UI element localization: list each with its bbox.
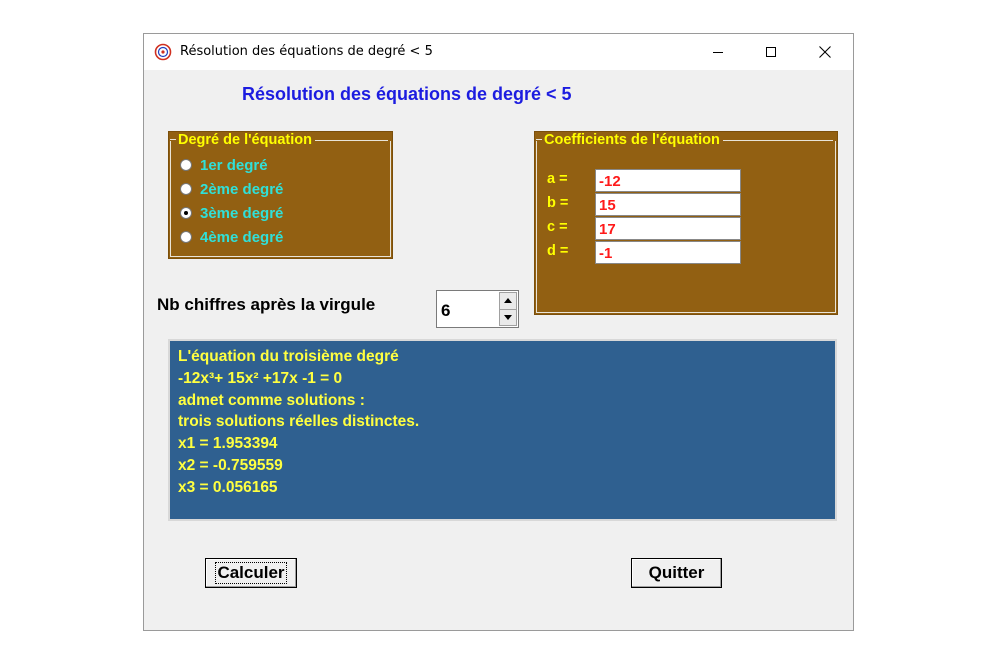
result-line: x2 = -0.759559 — [178, 456, 283, 474]
spin-up-button[interactable] — [499, 292, 517, 310]
radio-button[interactable] — [180, 183, 192, 195]
coef-d-input[interactable] — [595, 241, 741, 264]
radio-degree-3[interactable]: 3ème degré — [180, 202, 283, 224]
arrow-up-icon — [504, 298, 512, 304]
coef-b-input[interactable] — [595, 193, 741, 216]
digits-input[interactable] — [439, 293, 495, 325]
result-line: trois solutions réelles distinctes. — [178, 413, 420, 431]
result-line: L'équation du troisième degré — [178, 348, 399, 365]
radio-degree-4[interactable]: 4ème degré — [180, 226, 283, 248]
coef-b-label: b = — [547, 195, 569, 211]
calculate-button[interactable]: Calculer — [205, 558, 297, 588]
degree-group: Degré de l'équation 1er degré 2ème degré… — [168, 131, 393, 259]
maximize-icon — [766, 47, 776, 57]
radio-label: 4ème degré — [200, 228, 284, 246]
coef-d-label: d = — [547, 243, 569, 259]
close-icon — [819, 46, 831, 58]
radio-label: 1er degré — [200, 156, 268, 174]
calculate-button-label: Calculer — [215, 562, 287, 584]
radio-button[interactable] — [180, 231, 192, 243]
app-window: Résolution des équations de degré < 5 Ré… — [143, 33, 854, 631]
close-button[interactable] — [802, 34, 848, 70]
radio-button-checked[interactable] — [180, 207, 192, 219]
coef-c-input[interactable] — [595, 217, 741, 240]
coef-a-input[interactable] — [595, 169, 741, 192]
result-display: L'équation du troisième degré -12x³+ 15x… — [168, 339, 837, 521]
spin-down-button[interactable] — [499, 309, 517, 326]
maximize-button[interactable] — [748, 34, 794, 70]
radio-label: 2ème degré — [200, 180, 284, 198]
minimize-icon — [713, 52, 723, 53]
digits-spinner[interactable] — [436, 290, 519, 328]
radio-degree-1[interactable]: 1er degré — [180, 154, 268, 176]
degree-group-legend: Degré de l'équation — [178, 132, 312, 148]
radio-button[interactable] — [180, 159, 192, 171]
arrow-down-icon — [504, 314, 512, 320]
title-bar[interactable]: Résolution des équations de degré < 5 — [144, 34, 853, 70]
page-title: Résolution des équations de degré < 5 — [242, 84, 572, 104]
result-line: -12x³+ 15x² +17x -1 = 0 — [178, 369, 343, 387]
app-icon — [154, 43, 172, 61]
coefficients-group-legend: Coefficients de l'équation — [544, 132, 720, 148]
digits-label: Nb chiffres après la virgule — [157, 295, 376, 314]
result-line: admet comme solutions : — [178, 391, 365, 409]
radio-label: 3ème degré — [200, 204, 284, 222]
minimize-button[interactable] — [695, 34, 741, 70]
coef-a-label: a = — [547, 171, 568, 187]
radio-degree-2[interactable]: 2ème degré — [180, 178, 283, 200]
quit-button[interactable]: Quitter — [631, 558, 722, 588]
window-title: Résolution des équations de degré < 5 — [180, 44, 433, 59]
coef-c-label: c = — [547, 219, 568, 235]
result-line: x1 = 1.953394 — [178, 435, 278, 453]
coefficients-group: Coefficients de l'équation a = b = c = d… — [534, 131, 838, 315]
result-line: x3 = 0.056165 — [178, 478, 278, 496]
